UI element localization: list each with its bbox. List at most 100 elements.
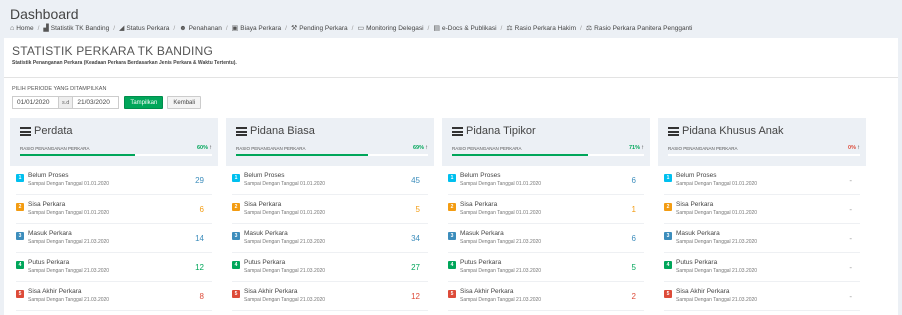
arrow-up-icon: ↑ [209,145,212,151]
row-number-badge: 2 [448,203,456,211]
stat-row: 3 Masuk Perkara Sampai Dengan Tanggal 21.0… [232,224,428,253]
row-title: Belum Proses [28,172,69,179]
period-filter: PILIH PERIODE YANG DITAMPILKAN 01/01/202… [12,86,202,109]
card-title: Perdata [20,125,212,138]
category-card: Pidana Tipikor RASIO PENANGANAN PERKARA 71… [442,118,650,313]
row-value[interactable]: 45 [404,176,428,185]
row-number-badge: 2 [664,203,672,211]
category-card: Pidana Biasa RASIO PENANGANAN PERKARA 69%↑… [226,118,434,313]
breadcrumb-item[interactable]: ▭ Monitoring Delegasi [357,24,424,33]
row-number-badge: 4 [232,261,240,269]
row-value[interactable]: 2 [620,292,644,301]
breadcrumb-item[interactable]: ▤ e-Docs & Publikasi [433,24,497,33]
list-icon [452,127,463,136]
breadcrumb-label: Monitoring Delegasi [366,24,424,32]
stat-row: 5 Sisa Akhir Perkara Sampai Dengan Tanggal… [16,282,212,311]
list-icon [668,127,679,136]
row-value[interactable]: 6 [620,176,644,185]
row-value[interactable]: 34 [404,234,428,243]
breadcrumb-item[interactable]: ▣ Biaya Perkara [232,24,281,33]
start-date-input[interactable]: 01/01/2020 [12,96,59,109]
bar-chart-icon: ▟ [43,25,49,32]
row-title: Sisa Akhir Perkara [676,288,730,295]
row-value[interactable]: 8 [188,292,212,301]
row-value[interactable]: 14 [188,234,212,243]
row-value[interactable]: - [836,263,860,272]
card-title: Pidana Khusus Anak [668,125,860,138]
row-subtitle: Sampai Dengan Tanggal 21.03.2020 [676,239,758,245]
stat-row: 3 Masuk Perkara Sampai Dengan Tanggal 21.0… [664,224,860,253]
breadcrumb-item[interactable]: ☻ Penahanan [179,25,222,32]
gavel-icon: ⚒ [290,25,298,32]
card-title: Pidana Tipikor [452,125,644,138]
panel-subtitle: Statistik Penanganan Perkara (Keadaan Pe… [12,60,237,66]
stat-row: 2 Sisa Perkara Sampai Dengan Tanggal 01.01… [448,195,644,224]
row-number-badge: 3 [448,232,456,240]
row-value[interactable]: 1 [620,205,644,214]
end-date-input[interactable]: 21/03/2020 [72,96,120,109]
ratio-progress-bar [20,154,212,156]
breadcrumb-item[interactable]: ⌂ Home [10,25,34,32]
breadcrumb-label: e-Docs & Publikasi [441,24,497,32]
ratio-progress-bar [452,154,644,156]
row-value[interactable]: 12 [404,292,428,301]
arrow-up-icon: ↑ [641,145,644,151]
breadcrumb-item[interactable]: ⚖ Rasio Perkara Panitera Pengganti [586,24,693,33]
date-separator: s.d [59,96,73,109]
row-title: Sisa Akhir Perkara [28,288,82,295]
row-number-badge: 1 [448,174,456,182]
row-value[interactable]: 27 [404,263,428,272]
breadcrumb-label: Status Perkara [126,24,170,32]
card-title-text: Perdata [34,125,73,137]
row-value[interactable]: 6 [188,205,212,214]
ratio-progress-bar [668,154,860,156]
stat-list: 1 Belum Proses Sampai Dengan Tanggal 01.01… [226,166,434,311]
row-value[interactable]: - [836,234,860,243]
breadcrumb-label: Statistik TK Banding [50,24,110,32]
row-number-badge: 4 [448,261,456,269]
stat-row: 2 Sisa Perkara Sampai Dengan Tanggal 01.01… [664,195,860,224]
back-button[interactable]: Kembali [167,96,202,109]
row-subtitle: Sampai Dengan Tanggal 21.03.2020 [676,268,758,274]
ratio-label: RASIO PENANGANAN PERKARA [452,145,522,151]
stat-list: 1 Belum Proses Sampai Dengan Tanggal 01.01… [658,166,866,311]
breadcrumb-separator: / [351,24,354,32]
desktop-icon: ▭ [357,25,365,32]
row-value[interactable]: 29 [188,176,212,185]
row-value[interactable]: - [836,292,860,301]
breadcrumb-separator: / [113,24,116,32]
row-number-badge: 4 [16,261,24,269]
row-subtitle: Sampai Dengan Tanggal 21.03.2020 [460,297,542,303]
show-button[interactable]: Tampilkan [124,96,164,109]
arrow-up-icon: ↑ [425,145,428,151]
breadcrumb: ⌂ Home / ▟ Statistik TK Banding / ◢ Status Perk… [10,24,892,33]
breadcrumb-item[interactable]: ◢ Status Perkara [119,24,170,33]
row-number-badge: 5 [448,290,456,298]
stat-row: 4 Putus Perkara Sampai Dengan Tanggal 21.0… [664,253,860,282]
row-number-badge: 3 [232,232,240,240]
row-value[interactable]: 12 [188,263,212,272]
ratio-percent: 0% [848,145,856,151]
ratio-percent: 69% [412,145,424,151]
breadcrumb-item[interactable]: ▟ Statistik TK Banding [43,24,110,33]
card-header: Perdata RASIO PENANGANAN PERKARA 60%↑ [10,118,218,166]
row-value[interactable]: 5 [404,205,428,214]
row-value[interactable]: 5 [620,263,644,272]
breadcrumb-item[interactable]: ⚖ Rasio Perkara Hakim [506,24,576,33]
row-value[interactable]: - [836,176,860,185]
file-icon: ▤ [433,25,440,32]
row-value[interactable]: 6 [620,234,644,243]
stat-row: 4 Putus Perkara Sampai Dengan Tanggal 21.0… [448,253,644,282]
breadcrumb-separator: / [173,24,176,32]
ratio-value: 60%↑ [197,145,212,151]
row-title: Putus Perkara [460,259,502,266]
row-number-badge: 5 [664,290,672,298]
card-header: Pidana Khusus Anak RASIO PENANGANAN PERKA… [658,118,866,166]
ratio-percent: 71% [628,145,640,151]
row-subtitle: Sampai Dengan Tanggal 21.03.2020 [460,268,542,274]
breadcrumb-label: Penahanan [188,24,222,32]
row-number-badge: 4 [664,261,672,269]
row-value[interactable]: - [836,205,860,214]
row-subtitle: Sampai Dengan Tanggal 01.01.2020 [244,181,326,187]
breadcrumb-item[interactable]: ⚒ Pending Perkara [290,24,348,33]
